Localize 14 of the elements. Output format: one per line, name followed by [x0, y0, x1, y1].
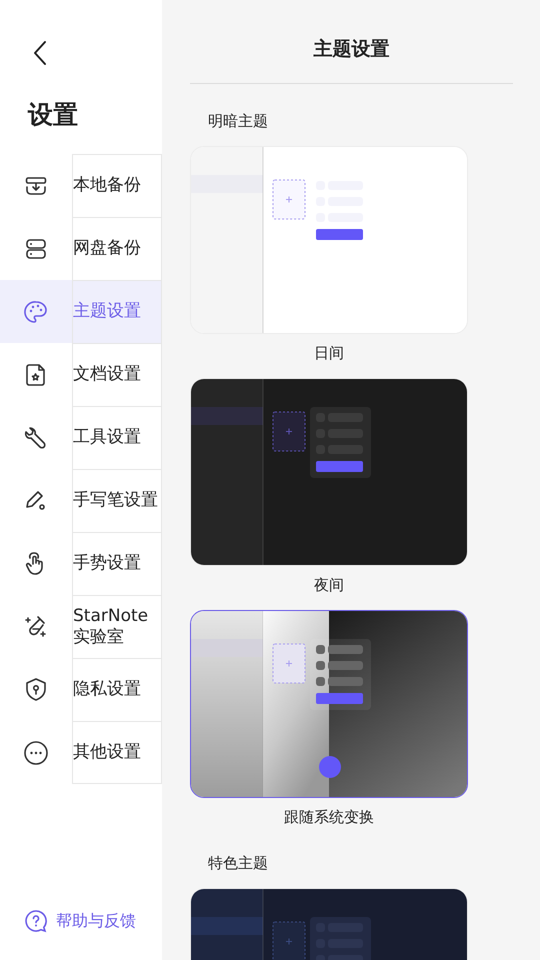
help-link[interactable]: 帮助与反馈	[24, 909, 162, 933]
theme-label: 夜间	[313, 576, 345, 594]
sidebar-title: 设置	[28, 100, 79, 130]
theme-label: 跟随系统变换	[283, 808, 375, 826]
page-title: 主题设置	[190, 0, 513, 84]
theme-option[interactable]	[190, 610, 468, 798]
help-icon	[24, 909, 48, 933]
shield-icon	[23, 676, 49, 702]
more-icon	[23, 740, 49, 766]
section-title: 明暗主题	[208, 112, 269, 130]
theme-label: 日间	[313, 344, 345, 362]
palette-icon	[23, 298, 49, 324]
sidebar-item[interactable]: 主题设置	[0, 280, 162, 343]
section-title: 特色主题	[208, 854, 269, 872]
